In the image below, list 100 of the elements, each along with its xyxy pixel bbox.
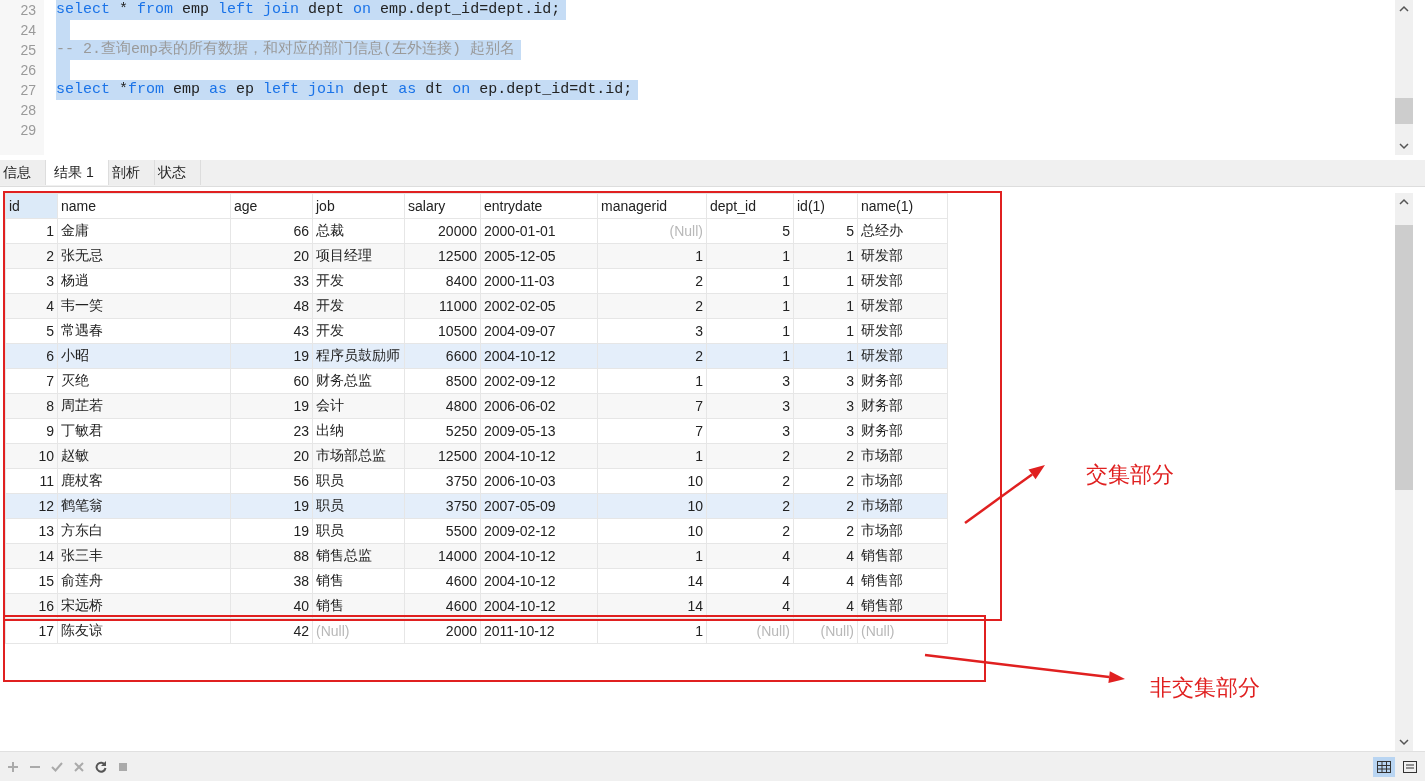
table-cell[interactable]: 1 [597, 243, 707, 269]
scrollbar[interactable] [1395, 193, 1413, 751]
table-cell[interactable]: 88 [230, 543, 313, 569]
table-cell[interactable]: 1 [793, 268, 858, 294]
table-cell[interactable]: 市场部 [857, 468, 948, 494]
table-cell[interactable]: 会计 [312, 393, 405, 419]
table-cell[interactable]: 市场部 [857, 518, 948, 544]
table-cell[interactable]: 5 [706, 218, 794, 244]
table-cell[interactable]: 陈友谅 [57, 618, 231, 644]
scrollbar-thumb[interactable] [1395, 225, 1413, 490]
table-cell[interactable]: 7 [5, 368, 58, 394]
table-cell[interactable]: 8 [5, 393, 58, 419]
table-cell[interactable]: 市场部 [857, 443, 948, 469]
table-cell[interactable]: 出纳 [312, 418, 405, 444]
column-header[interactable]: id(1) [793, 193, 858, 219]
table-cell[interactable]: 19 [230, 493, 313, 519]
table-cell[interactable]: 研发部 [857, 318, 948, 344]
table-cell[interactable]: 3 [597, 318, 707, 344]
column-header[interactable]: job [312, 193, 405, 219]
table-cell[interactable]: 1 [706, 268, 794, 294]
column-header[interactable]: name [57, 193, 231, 219]
table-cell[interactable]: 3 [793, 368, 858, 394]
table-cell[interactable]: 销售 [312, 568, 405, 594]
table-cell[interactable]: 2011-10-12 [480, 618, 598, 644]
column-header[interactable]: salary [404, 193, 481, 219]
table-cell[interactable]: 财务总监 [312, 368, 405, 394]
table-cell[interactable]: 3 [5, 268, 58, 294]
table-cell[interactable]: 3 [706, 393, 794, 419]
table-cell[interactable]: 43 [230, 318, 313, 344]
column-header[interactable]: name(1) [857, 193, 948, 219]
table-cell[interactable]: 14 [5, 543, 58, 569]
table-cell[interactable]: 17 [5, 618, 58, 644]
table-cell[interactable]: 韦一笑 [57, 293, 231, 319]
table-cell[interactable]: 10 [597, 468, 707, 494]
column-header[interactable]: entrydate [480, 193, 598, 219]
table-cell[interactable]: 2007-05-09 [480, 493, 598, 519]
table-cell[interactable]: 2000-01-01 [480, 218, 598, 244]
table-cell[interactable]: 市场部 [857, 493, 948, 519]
table-cell[interactable]: 7 [597, 393, 707, 419]
table-cell[interactable]: 1 [597, 368, 707, 394]
table-cell[interactable]: 7 [597, 418, 707, 444]
table-cell[interactable]: 66 [230, 218, 313, 244]
table-cell[interactable]: 5 [793, 218, 858, 244]
table-cell[interactable]: 市场部总监 [312, 443, 405, 469]
table-cell[interactable]: 2 [793, 468, 858, 494]
table-cell[interactable]: 19 [230, 393, 313, 419]
table-cell[interactable]: 2002-02-05 [480, 293, 598, 319]
table-cell[interactable]: 48 [230, 293, 313, 319]
chevron-down-icon[interactable] [1398, 140, 1410, 152]
table-cell[interactable]: 14 [597, 568, 707, 594]
table-cell[interactable]: 12 [5, 493, 58, 519]
table-cell[interactable]: 2004-10-12 [480, 443, 598, 469]
table-cell[interactable]: 项目经理 [312, 243, 405, 269]
column-header[interactable]: age [230, 193, 313, 219]
table-cell[interactable]: 销售部 [857, 568, 948, 594]
table-cell[interactable]: 5250 [404, 418, 481, 444]
table-cell[interactable]: 鹿杖客 [57, 468, 231, 494]
table-cell[interactable]: 2 [793, 518, 858, 544]
table-cell[interactable]: 9 [5, 418, 58, 444]
table-cell[interactable]: 3 [706, 368, 794, 394]
table-cell[interactable]: 2 [597, 343, 707, 369]
table-cell[interactable]: 研发部 [857, 243, 948, 269]
table-cell[interactable]: 2006-06-02 [480, 393, 598, 419]
table-cell[interactable]: 研发部 [857, 293, 948, 319]
table-cell[interactable]: 4 [5, 293, 58, 319]
table-cell[interactable]: 1 [597, 618, 707, 644]
table-cell[interactable]: 研发部 [857, 268, 948, 294]
table-cell[interactable]: 5 [5, 318, 58, 344]
table-cell[interactable]: 20 [230, 243, 313, 269]
table-cell[interactable]: 20 [230, 443, 313, 469]
table-cell[interactable]: 4 [706, 543, 794, 569]
table-cell[interactable]: 56 [230, 468, 313, 494]
table-cell[interactable]: 财务部 [857, 418, 948, 444]
table-cell[interactable]: 俞莲舟 [57, 568, 231, 594]
table-cell[interactable]: 4 [793, 568, 858, 594]
table-cell[interactable]: 60 [230, 368, 313, 394]
table-cell[interactable]: 2 [706, 468, 794, 494]
table-cell[interactable]: 张无忌 [57, 243, 231, 269]
table-cell[interactable]: 2009-02-12 [480, 518, 598, 544]
table-cell[interactable]: 财务部 [857, 393, 948, 419]
table-cell[interactable]: 职员 [312, 493, 405, 519]
column-header[interactable]: managerid [597, 193, 707, 219]
table-cell[interactable]: 10 [597, 518, 707, 544]
table-cell[interactable]: 鹤笔翁 [57, 493, 231, 519]
table-cell[interactable]: 销售总监 [312, 543, 405, 569]
table-cell[interactable]: 42 [230, 618, 313, 644]
table-cell[interactable]: 11 [5, 468, 58, 494]
table-cell[interactable]: 3 [793, 418, 858, 444]
table-cell[interactable]: 2002-09-12 [480, 368, 598, 394]
table-cell[interactable]: 小昭 [57, 343, 231, 369]
table-cell[interactable]: 张三丰 [57, 543, 231, 569]
table-cell[interactable]: 2004-10-12 [480, 568, 598, 594]
table-cell[interactable]: 2 [706, 443, 794, 469]
table-cell[interactable]: 程序员鼓励师 [312, 343, 405, 369]
table-cell[interactable]: 2 [706, 493, 794, 519]
table-cell[interactable]: 1 [5, 218, 58, 244]
column-header[interactable]: id [5, 193, 58, 219]
table-cell[interactable]: 8400 [404, 268, 481, 294]
table-cell[interactable]: 职员 [312, 468, 405, 494]
table-cell[interactable]: 1 [706, 343, 794, 369]
